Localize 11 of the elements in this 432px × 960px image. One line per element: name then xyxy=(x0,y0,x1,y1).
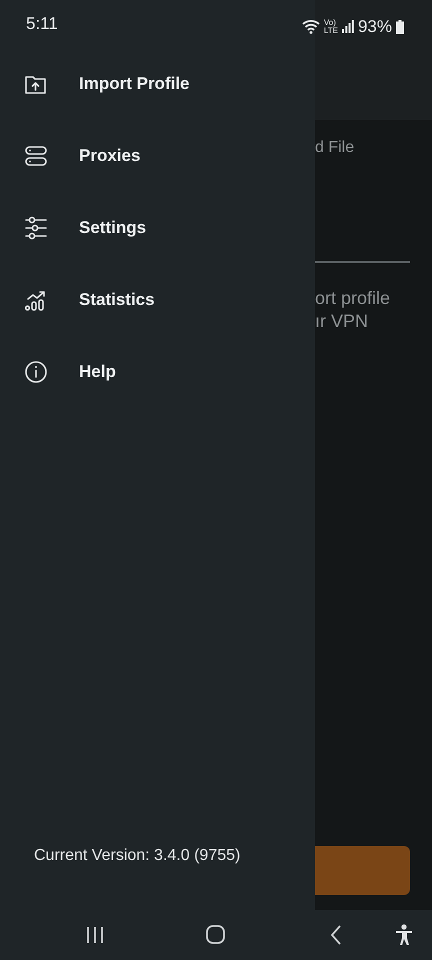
version-text: Current Version: 3.4.0 (9755) xyxy=(34,847,240,864)
background-description: ort profile ır VPN xyxy=(315,287,392,333)
drawer-item[interactable]: Statistics xyxy=(0,264,315,336)
volte-indicator: Vo) LTE xyxy=(324,18,338,35)
drawer-item[interactable]: Proxies xyxy=(0,120,315,192)
drawer-item[interactable]: Help xyxy=(0,336,315,408)
background-label: d File xyxy=(315,138,356,158)
drawer-item[interactable]: Settings xyxy=(0,192,315,264)
drawer-item[interactable]: Import Profile xyxy=(0,48,315,120)
battery-percentage: 93% xyxy=(358,16,392,38)
status-time: 5:11 xyxy=(26,13,58,36)
